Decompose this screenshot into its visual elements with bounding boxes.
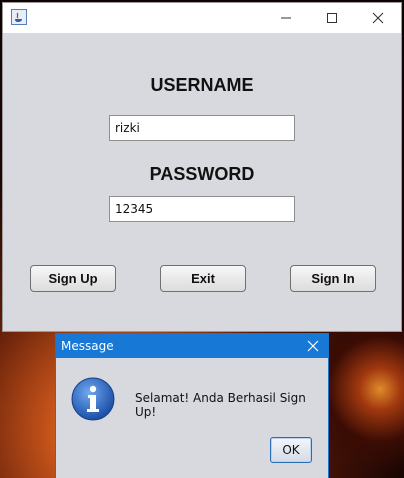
username-label: USERNAME <box>150 75 254 95</box>
minimize-icon <box>281 17 291 19</box>
close-icon <box>372 12 384 24</box>
exit-button[interactable]: Exit <box>160 265 246 292</box>
dialog-title: Message <box>61 339 114 353</box>
login-window: USERNAME rizki PASSWORD 12345 Sign Up Ex… <box>2 2 402 332</box>
close-button[interactable] <box>355 3 401 33</box>
sign-in-button[interactable]: Sign In <box>290 265 376 292</box>
sign-up-button[interactable]: Sign Up <box>30 265 116 292</box>
close-icon <box>307 340 319 352</box>
maximize-button[interactable] <box>309 3 355 33</box>
dialog-titlebar[interactable]: Message <box>56 334 328 358</box>
username-field[interactable]: rizki <box>109 115 295 141</box>
password-field[interactable]: 12345 <box>109 196 295 222</box>
minimize-button[interactable] <box>263 3 309 33</box>
password-label: PASSWORD <box>149 164 255 184</box>
maximize-icon <box>327 13 337 23</box>
info-icon <box>71 377 115 421</box>
dialog-close-button[interactable] <box>298 334 328 358</box>
java-app-icon[interactable] <box>11 9 27 25</box>
message-dialog: Message Selamat! Anda Berhasil Sign Up! … <box>55 333 329 478</box>
dialog-message: Selamat! Anda Berhasil Sign Up! <box>135 391 306 419</box>
ok-button[interactable]: OK <box>270 437 312 463</box>
desktop-background <box>324 330 404 478</box>
window-titlebar[interactable] <box>3 3 401 33</box>
